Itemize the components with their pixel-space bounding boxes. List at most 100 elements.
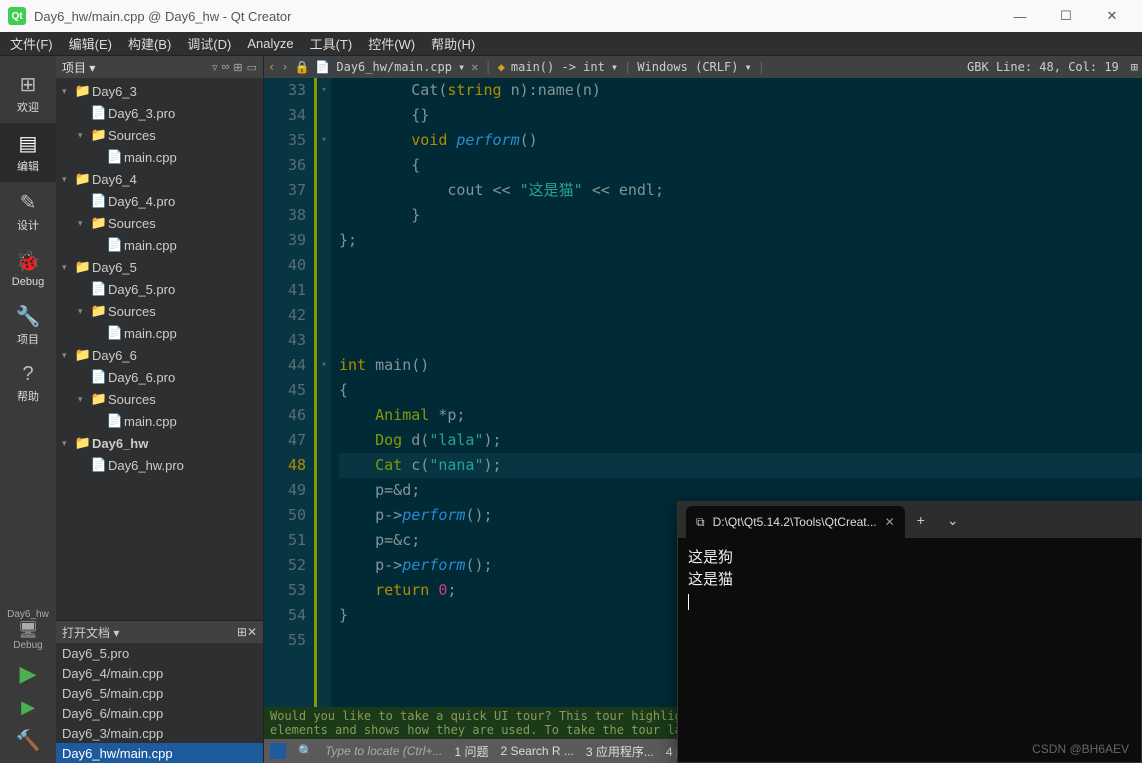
status-search[interactable]: 2 Search R ...	[500, 744, 573, 758]
output-pane-icon[interactable]	[270, 743, 286, 759]
function-selector[interactable]: main() -> int	[511, 60, 605, 74]
line-ending[interactable]: Windows (CRLF)	[637, 60, 738, 74]
qt-logo-icon: Qt	[8, 7, 26, 25]
fold-marker[interactable]: ▾	[317, 78, 331, 103]
add-icon[interactable]: ⊞	[233, 61, 242, 74]
fold-marker	[317, 503, 331, 528]
terminal-dropdown-icon[interactable]: ⌄	[937, 512, 969, 529]
fold-marker	[317, 278, 331, 303]
open-docs-header: 打开文档 ▾ ⊞ ✕	[56, 621, 263, 643]
status-issues[interactable]: 1 问题	[454, 743, 488, 760]
terminal-titlebar[interactable]: ⧉ D:\Qt\Qt5.14.2\Tools\QtCreat... ✕ + ⌄	[678, 502, 1141, 538]
status-app-output[interactable]: 3 应用程序...	[586, 743, 654, 760]
tree-item[interactable]: 📄main.cpp	[56, 322, 263, 344]
mode-edit[interactable]: ▤编辑	[0, 123, 56, 182]
mode-welcome[interactable]: ⊞欢迎	[0, 64, 56, 123]
project-tree[interactable]: ▾📁Day6_3📄Day6_3.pro▾📁Sources📄main.cpp▾📁D…	[56, 78, 263, 620]
tree-item[interactable]: ▾📁Day6_5	[56, 256, 263, 278]
menu-debug[interactable]: 调试(D)	[187, 34, 231, 53]
locator-input[interactable]: Type to locate (Ctrl+...	[325, 744, 443, 758]
maximize-button[interactable]: ☐	[1052, 6, 1080, 26]
menu-file[interactable]: 文件(F)	[10, 34, 53, 53]
search-icon: 🔍	[298, 744, 313, 758]
filter-icon[interactable]: ▿	[212, 61, 218, 74]
dropdown-icon[interactable]: ▾	[744, 60, 751, 74]
terminal-output[interactable]: 这是狗 这是猫	[678, 538, 1141, 620]
dropdown-icon[interactable]: ▾	[611, 60, 618, 74]
tree-item[interactable]: 📄Day6_hw.pro	[56, 454, 263, 476]
menu-edit[interactable]: 编辑(E)	[69, 34, 112, 53]
link-icon[interactable]: ∞	[222, 61, 230, 73]
menu-build[interactable]: 构建(B)	[128, 34, 171, 53]
tree-item[interactable]: 📄Day6_5.pro	[56, 278, 263, 300]
fold-marker[interactable]: ▾	[317, 128, 331, 153]
lock-icon: 🔒	[294, 60, 309, 74]
fold-marker	[317, 603, 331, 628]
fold-marker[interactable]: ▾	[317, 353, 331, 378]
tree-item[interactable]: ▾📁Sources	[56, 388, 263, 410]
fold-marker	[317, 478, 331, 503]
open-doc-item[interactable]: Day6_5/main.cpp	[56, 683, 263, 703]
tree-item[interactable]: 📄main.cpp	[56, 234, 263, 256]
tree-item[interactable]: ▾📁Sources	[56, 300, 263, 322]
tree-item[interactable]: 📄main.cpp	[56, 410, 263, 432]
wrench-icon: 🔧	[0, 304, 56, 329]
menu-analyze[interactable]: Analyze	[247, 36, 293, 51]
open-docs-list[interactable]: Day6_5.proDay6_4/main.cppDay6_5/main.cpp…	[56, 643, 263, 763]
fold-marker	[317, 303, 331, 328]
mode-debug[interactable]: 🐞Debug	[0, 241, 56, 296]
mode-project[interactable]: 🔧项目	[0, 296, 56, 355]
question-icon: ?	[0, 363, 56, 386]
open-doc-item[interactable]: Day6_4/main.cpp	[56, 663, 263, 683]
mode-design[interactable]: ✎设计	[0, 182, 56, 241]
menu-widgets[interactable]: 控件(W)	[368, 34, 415, 53]
run-debug-button[interactable]: ▶	[0, 693, 56, 722]
fold-marker	[317, 153, 331, 178]
kit-selector[interactable]: Day6_hw 🖥 Debug	[0, 605, 56, 655]
tree-item[interactable]: 📄Day6_6.pro	[56, 366, 263, 388]
tree-item[interactable]: ▾📁Day6_3	[56, 80, 263, 102]
panel-title[interactable]: 项目 ▾	[62, 59, 208, 76]
fold-marker	[317, 403, 331, 428]
menu-tools[interactable]: 工具(T)	[310, 34, 353, 53]
tree-item[interactable]: 📄main.cpp	[56, 146, 263, 168]
terminal-tab[interactable]: ⧉ D:\Qt\Qt5.14.2\Tools\QtCreat... ✕	[686, 506, 905, 538]
split-icon[interactable]: ⊞	[237, 625, 247, 639]
project-panel: 项目 ▾ ▿ ∞ ⊞ ▭ ▾📁Day6_3📄Day6_3.pro▾📁Source…	[56, 56, 264, 763]
edit-icon: ▤	[0, 131, 56, 156]
terminal-tab-close-icon[interactable]: ✕	[885, 515, 895, 529]
dropdown-icon[interactable]: ▾	[458, 60, 465, 74]
terminal-window[interactable]: ⧉ D:\Qt\Qt5.14.2\Tools\QtCreat... ✕ + ⌄ …	[677, 501, 1142, 763]
menubar: 文件(F) 编辑(E) 构建(B) 调试(D) Analyze 工具(T) 控件…	[0, 32, 1142, 56]
menu-help[interactable]: 帮助(H)	[431, 34, 475, 53]
tree-item[interactable]: ▾📁Sources	[56, 124, 263, 146]
terminal-icon: ⧉	[696, 515, 705, 530]
file-icon: 📄	[315, 60, 330, 74]
nav-fwd-icon[interactable]: ›	[281, 60, 288, 74]
encoding-position[interactable]: GBK Line: 48, Col: 19	[967, 60, 1119, 74]
tree-item[interactable]: ▾📁Day6_6	[56, 344, 263, 366]
open-doc-item[interactable]: Day6_5.pro	[56, 643, 263, 663]
open-doc-item[interactable]: Day6_3/main.cpp	[56, 723, 263, 743]
run-button[interactable]: ▶	[0, 655, 56, 693]
open-doc-item[interactable]: Day6_6/main.cpp	[56, 703, 263, 723]
nav-back-icon[interactable]: ‹	[268, 60, 275, 74]
tree-item[interactable]: ▾📁Day6_4	[56, 168, 263, 190]
close-file-icon[interactable]: ✕	[471, 60, 478, 74]
close-panel-icon[interactable]: ✕	[247, 625, 257, 639]
terminal-new-tab[interactable]: +	[905, 512, 937, 528]
tree-item[interactable]: ▾📁Day6_hw	[56, 432, 263, 454]
mode-help[interactable]: ?帮助	[0, 355, 56, 412]
split-icon[interactable]: ▭	[247, 61, 257, 74]
build-button[interactable]: 🔨	[0, 722, 56, 763]
open-doc-item[interactable]: Day6_hw/main.cpp	[56, 743, 263, 763]
tree-item[interactable]: ▾📁Sources	[56, 212, 263, 234]
close-button[interactable]: ✕	[1098, 6, 1126, 26]
tree-item[interactable]: 📄Day6_4.pro	[56, 190, 263, 212]
file-path[interactable]: Day6_hw/main.cpp	[336, 60, 452, 74]
tree-item[interactable]: 📄Day6_3.pro	[56, 102, 263, 124]
minimize-button[interactable]: —	[1006, 6, 1034, 26]
split-editor-icon[interactable]: ⊞	[1131, 60, 1138, 74]
fold-marker	[317, 103, 331, 128]
fold-marker	[317, 203, 331, 228]
